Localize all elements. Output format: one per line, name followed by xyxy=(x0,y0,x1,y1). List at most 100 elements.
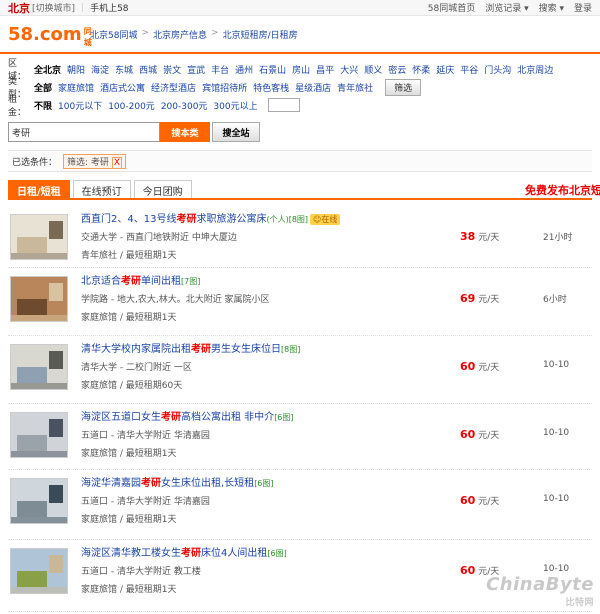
title-keyword[interactable]: 考研 xyxy=(181,548,201,559)
listing-thumbnail[interactable] xyxy=(10,344,68,390)
type-option[interactable]: 经济型酒店 xyxy=(151,81,196,94)
title-keyword[interactable]: 考研 xyxy=(176,214,196,225)
region-option[interactable]: 延庆 xyxy=(436,63,454,76)
title-text[interactable]: 床位4人间出租 xyxy=(201,548,267,559)
region-option[interactable]: 宣武 xyxy=(187,63,205,76)
listing-title[interactable]: 北京适合考研单间出租[7图] xyxy=(81,272,200,287)
region-option[interactable]: 怀柔 xyxy=(412,63,430,76)
login-link[interactable]: 登录 xyxy=(574,1,592,14)
region-option[interactable]: 海淀 xyxy=(91,63,109,76)
mobile-link[interactable]: 手机上58 xyxy=(90,1,128,14)
region-option[interactable]: 平谷 xyxy=(460,63,478,76)
title-text[interactable]: 海淀区五道口女生 xyxy=(81,412,161,423)
breadcrumb-arrow-icon: > xyxy=(211,27,219,38)
listing-title[interactable]: 海淀华清嘉园考研女生床位出租,长短租[6图] xyxy=(81,474,274,489)
type-option[interactable]: 家庭旅馆 xyxy=(58,81,94,94)
region-option[interactable]: 石景山 xyxy=(259,63,286,76)
online-chat-icon[interactable]: ☺在线 xyxy=(310,214,341,225)
title-text[interactable]: 西直门2、4、13号线 xyxy=(81,214,176,225)
switch-city-link[interactable]: [切换城市] xyxy=(32,1,75,14)
title-text[interactable]: 求职旅游公寓床 xyxy=(196,214,266,225)
title-text[interactable]: 海淀华清嘉园 xyxy=(81,478,141,489)
title-keyword[interactable]: 考研 xyxy=(141,478,161,489)
listing-meta: 家庭旅馆 / 最短租期1天 xyxy=(81,585,177,595)
region-option[interactable]: 东城 xyxy=(115,63,133,76)
title-keyword[interactable]: 考研 xyxy=(161,412,181,423)
listing-thumbnail[interactable] xyxy=(10,478,68,524)
price-option[interactable]: 100-200元 xyxy=(108,99,155,112)
listing-row[interactable]: 西直门2、4、13号线考研求职旅游公寓床(个人)[8图] ☺在线 交通大学 - 西… xyxy=(8,206,592,268)
breadcrumb-item[interactable]: 北京58同城 xyxy=(90,28,137,41)
listing-price: 60 元/天 xyxy=(460,360,499,373)
breadcrumb-item[interactable]: 北京短租房/日租房 xyxy=(223,28,298,41)
type-option[interactable]: 宾馆招待所 xyxy=(202,81,247,94)
custom-price-input[interactable] xyxy=(267,98,300,112)
listing-price: 69 元/天 xyxy=(460,292,499,305)
price-option[interactable]: 100元以下 xyxy=(58,99,102,112)
listing-thumbnail[interactable] xyxy=(10,214,68,260)
title-keyword[interactable]: 考研 xyxy=(121,276,141,287)
selected-label: 已选条件： xyxy=(12,157,58,168)
listing-row[interactable]: 清华大学校内家属院出租考研男生女生床位日[8图] 清华大学 - 二校门附近 一区… xyxy=(8,336,592,404)
region-option[interactable]: 西城 xyxy=(139,63,157,76)
region-option[interactable]: 顺义 xyxy=(364,63,382,76)
price-option[interactable]: 不限 xyxy=(34,99,52,112)
listing-row[interactable]: 海淀华清嘉园考研女生床位出租,长短租[6图] 五道口 - 清华大学附近 华清嘉园… xyxy=(8,470,592,540)
type-filter-button[interactable]: 筛选 xyxy=(385,78,422,96)
region-option[interactable]: 崇文 xyxy=(163,63,181,76)
listing-row[interactable]: 北京适合考研单间出租[7图] 学院路 - 地大,农大,林大。北大附近 家属院小区… xyxy=(8,268,592,336)
title-text[interactable]: 单间出租 xyxy=(141,276,181,287)
current-city[interactable]: 北京 xyxy=(8,0,30,16)
breadcrumb-arrow-icon: > xyxy=(141,27,149,38)
listing-title[interactable]: 清华大学校内家属院出租考研男生女生床位日[8图] xyxy=(81,340,300,355)
title-keyword[interactable]: 考研 xyxy=(191,344,211,355)
region-option[interactable]: 密云 xyxy=(388,63,406,76)
title-text[interactable]: 男生女生床位日 xyxy=(211,344,281,355)
price-value: 38 xyxy=(460,230,476,243)
history-menu[interactable]: 浏览记录 ▾ xyxy=(485,1,528,14)
type-option[interactable]: 全部 xyxy=(34,81,52,94)
tab-short-rent[interactable]: 日租/短租 xyxy=(8,180,70,198)
title-text[interactable]: 清华大学校内家属院出租 xyxy=(81,344,191,355)
online-label: 在线 xyxy=(321,215,338,224)
search-category-button[interactable]: 搜本类 xyxy=(160,122,210,142)
region-option[interactable]: 昌平 xyxy=(316,63,334,76)
listing-thumbnail[interactable] xyxy=(10,412,68,458)
region-option[interactable]: 通州 xyxy=(235,63,253,76)
search-menu[interactable]: 搜索 ▾ xyxy=(539,1,564,14)
free-post-link[interactable]: 免费发布北京短 xyxy=(525,182,600,198)
listing-row[interactable]: 海淀区五道口女生考研高档公寓出租 非中介[6图] 五道口 - 清华大学附近 华清… xyxy=(8,404,592,470)
type-option[interactable]: 特色客栈 xyxy=(253,81,289,94)
type-option[interactable]: 酒店式公寓 xyxy=(100,81,145,94)
search-input[interactable]: 考研 xyxy=(8,122,160,142)
price-option[interactable]: 300元以上 xyxy=(213,99,257,112)
type-option[interactable]: 星级酒店 xyxy=(295,81,331,94)
listing-title[interactable]: 西直门2、4、13号线考研求职旅游公寓床(个人)[8图] ☺在线 xyxy=(81,210,341,225)
type-option[interactable]: 青年旅社 xyxy=(337,81,373,94)
title-text[interactable]: 海淀区清华教工楼女生 xyxy=(81,548,181,559)
region-option[interactable]: 全北京 xyxy=(34,63,61,76)
price-option[interactable]: 200-300元 xyxy=(161,99,208,112)
listing-title[interactable]: 海淀区清华教工楼女生考研床位4人间出租[6图] xyxy=(81,544,287,559)
personal-tag: (个人) xyxy=(266,215,289,224)
region-option[interactable]: 朝阳 xyxy=(67,63,85,76)
breadcrumb-item[interactable]: 北京房产信息 xyxy=(153,28,207,41)
region-option[interactable]: 北京周边 xyxy=(517,63,553,76)
title-text[interactable]: 女生床位出租,长短租 xyxy=(161,478,254,489)
region-option[interactable]: 丰台 xyxy=(211,63,229,76)
tab-group-buy[interactable]: 今日团购 xyxy=(133,180,192,198)
title-text[interactable]: 高档公寓出租 非中介 xyxy=(181,412,274,423)
title-text[interactable]: 北京适合 xyxy=(81,276,121,287)
search-site-button[interactable]: 搜全站 xyxy=(212,122,260,142)
remove-tag-icon[interactable]: X xyxy=(111,156,123,169)
divider: | xyxy=(81,2,85,13)
logo[interactable]: 58.com 同城 xyxy=(8,20,92,48)
region-option[interactable]: 门头沟 xyxy=(484,63,511,76)
region-option[interactable]: 大兴 xyxy=(340,63,358,76)
region-option[interactable]: 房山 xyxy=(292,63,310,76)
listing-thumbnail[interactable] xyxy=(10,276,68,322)
tab-online-booking[interactable]: 在线预订 xyxy=(72,180,131,198)
listing-title[interactable]: 海淀区五道口女生考研高档公寓出租 非中介[6图] xyxy=(81,408,294,423)
listing-thumbnail[interactable] xyxy=(10,548,68,594)
home-link[interactable]: 58同城首页 xyxy=(428,1,475,14)
